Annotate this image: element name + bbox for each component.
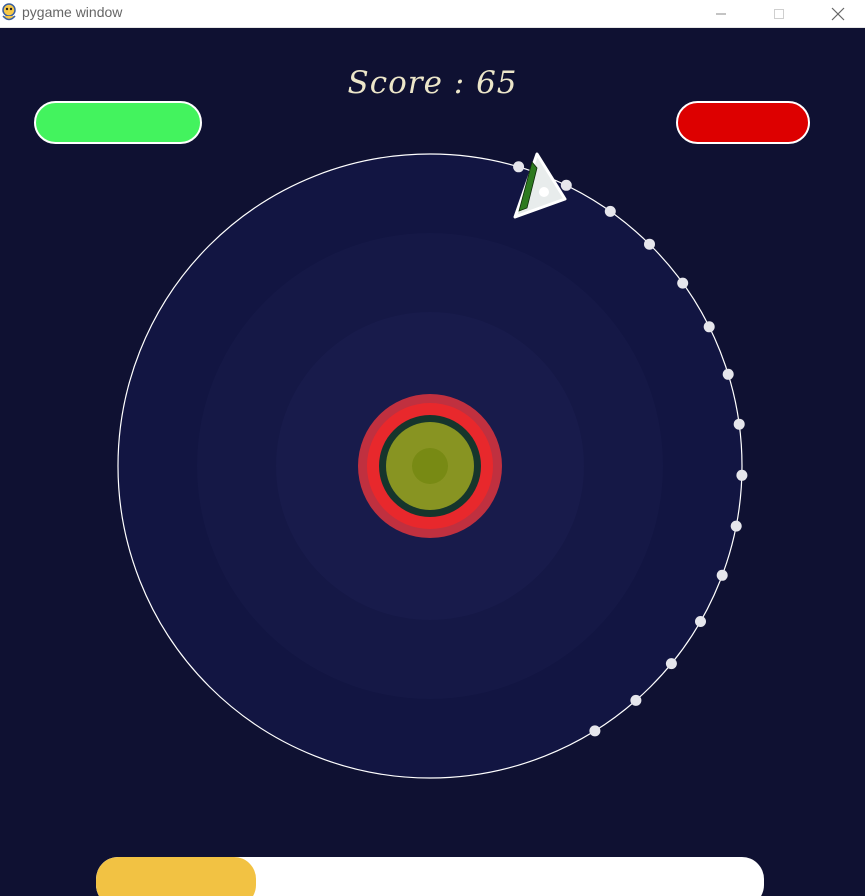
left-status-indicator	[34, 101, 202, 144]
trail-dot	[677, 277, 689, 289]
pygame-snake-icon	[2, 3, 16, 21]
planet-core	[358, 394, 502, 538]
ship-thruster-dot	[539, 187, 549, 197]
close-button[interactable]	[815, 0, 861, 28]
progress-bar-fill	[96, 857, 257, 896]
trail-dot	[730, 520, 742, 532]
trail-dot	[644, 238, 655, 250]
trail-dot	[736, 469, 748, 481]
trail-dot	[604, 205, 616, 217]
minimize-button[interactable]	[698, 0, 744, 28]
game-canvas[interactable]: Score : 65	[0, 29, 865, 896]
window-title: pygame window	[22, 4, 123, 20]
window-titlebar: pygame window	[0, 0, 865, 28]
maximize-icon	[774, 9, 784, 19]
progress-bar	[96, 857, 764, 896]
trail-dot	[630, 694, 642, 706]
trail-dot	[589, 725, 601, 737]
score-display: Score : 65	[347, 65, 518, 101]
orbit-arena	[117, 152, 748, 779]
trail-dot	[716, 569, 728, 581]
trail-dot	[560, 179, 572, 191]
trail-dot	[513, 161, 525, 173]
maximize-button[interactable]	[756, 0, 802, 28]
trail-dot	[703, 321, 715, 333]
trail-dot	[695, 616, 706, 627]
trail-dot	[665, 658, 677, 670]
trail-dot	[733, 418, 745, 430]
right-status-indicator	[676, 101, 810, 144]
close-icon	[831, 7, 845, 21]
trail-dot	[722, 368, 734, 380]
core-center	[412, 448, 448, 484]
minimize-icon	[716, 13, 726, 15]
